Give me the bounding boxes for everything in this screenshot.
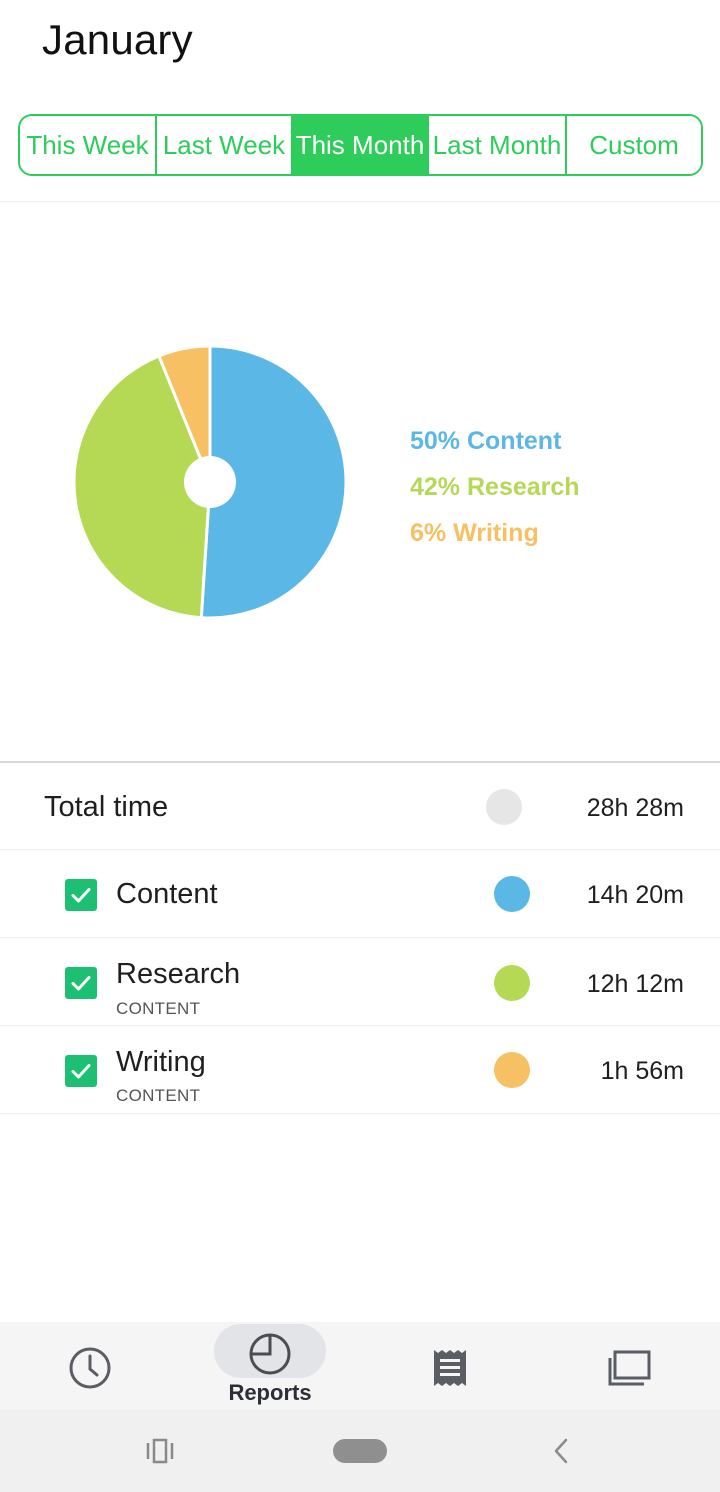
tab-custom[interactable]: Custom bbox=[567, 116, 701, 174]
item-category: CONTENT bbox=[116, 1086, 201, 1105]
nav-timer[interactable] bbox=[66, 1344, 114, 1392]
content-color-dot bbox=[494, 876, 530, 912]
legend-item-content: 50% Content bbox=[410, 427, 562, 455]
total-color-dot bbox=[486, 789, 522, 825]
bottom-nav: Reports bbox=[0, 1322, 720, 1410]
recents-icon[interactable] bbox=[144, 1437, 176, 1465]
legend-item-writing: 6% Writing bbox=[410, 519, 539, 547]
system-nav-bar bbox=[0, 1410, 720, 1492]
total-label: Total time bbox=[44, 791, 169, 823]
tab-this-week[interactable]: This Week bbox=[20, 116, 157, 174]
total-value: 28h 28m bbox=[586, 794, 684, 822]
item-label: Content bbox=[116, 878, 218, 910]
list-item[interactable]: Content 14h 20m bbox=[0, 850, 720, 938]
content-checkbox[interactable] bbox=[65, 879, 97, 911]
item-value: 14h 20m bbox=[586, 881, 684, 909]
pie-chart bbox=[72, 344, 348, 620]
list-item[interactable]: Writing CONTENT 1h 56m bbox=[0, 1026, 720, 1114]
check-icon bbox=[71, 1064, 91, 1079]
list-item[interactable]: Research CONTENT 12h 12m bbox=[0, 938, 720, 1026]
chart-area bbox=[0, 202, 720, 762]
total-row: Total time 28h 28m bbox=[0, 763, 720, 850]
tab-this-month[interactable]: This Month bbox=[293, 116, 429, 174]
research-checkbox[interactable] bbox=[65, 967, 97, 999]
item-label: Writing bbox=[116, 1046, 206, 1078]
folders-icon bbox=[608, 1350, 651, 1386]
tab-last-week[interactable]: Last Week bbox=[157, 116, 293, 174]
nav-log[interactable] bbox=[428, 1346, 472, 1390]
clock-icon bbox=[69, 1347, 111, 1389]
donut-hole bbox=[184, 456, 236, 508]
nav-reports-label[interactable]: Reports bbox=[214, 1380, 326, 1406]
page-title: January bbox=[42, 16, 193, 63]
home-icon[interactable] bbox=[333, 1439, 387, 1463]
item-value: 12h 12m bbox=[586, 970, 684, 998]
item-category: CONTENT bbox=[116, 999, 201, 1018]
date-range-selector: This Week Last Week This Month Last Mont… bbox=[18, 114, 703, 176]
writing-checkbox[interactable] bbox=[65, 1055, 97, 1087]
check-icon bbox=[71, 976, 91, 991]
writing-color-dot bbox=[494, 1052, 530, 1088]
back-icon[interactable] bbox=[548, 1436, 574, 1466]
item-label: Research bbox=[116, 958, 241, 990]
research-color-dot bbox=[494, 965, 530, 1001]
chart-legend: 50% Content 42% Research 6% Writing bbox=[410, 424, 580, 562]
receipt-icon bbox=[434, 1350, 466, 1386]
check-icon bbox=[71, 888, 91, 903]
pie-chart-icon bbox=[249, 1333, 291, 1375]
nav-projects[interactable] bbox=[606, 1346, 654, 1390]
nav-reports[interactable] bbox=[214, 1324, 326, 1378]
item-value: 1h 56m bbox=[600, 1057, 684, 1085]
legend-item-research: 42% Research bbox=[410, 473, 580, 501]
tab-last-month[interactable]: Last Month bbox=[429, 116, 567, 174]
